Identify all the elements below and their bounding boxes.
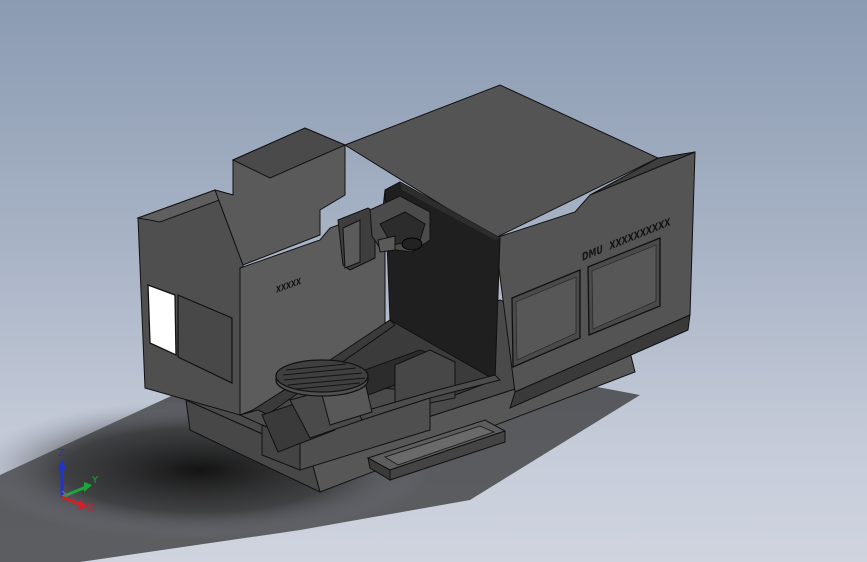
table-top[interactable]: [275, 359, 369, 393]
x-axis-label: X: [87, 503, 94, 514]
y-axis-label: Y: [91, 475, 99, 486]
machine-model[interactable]: DMU XXXXXXXXXX XXXXX: [136, 84, 696, 493]
model-canvas[interactable]: DMU XXXXXXXXXX XXXXX Z Y X: [0, 0, 867, 562]
z-axis-label: Z: [58, 448, 65, 459]
graphics-viewport[interactable]: DMU XXXXXXXXXX XXXXX Z Y X: [0, 0, 867, 562]
